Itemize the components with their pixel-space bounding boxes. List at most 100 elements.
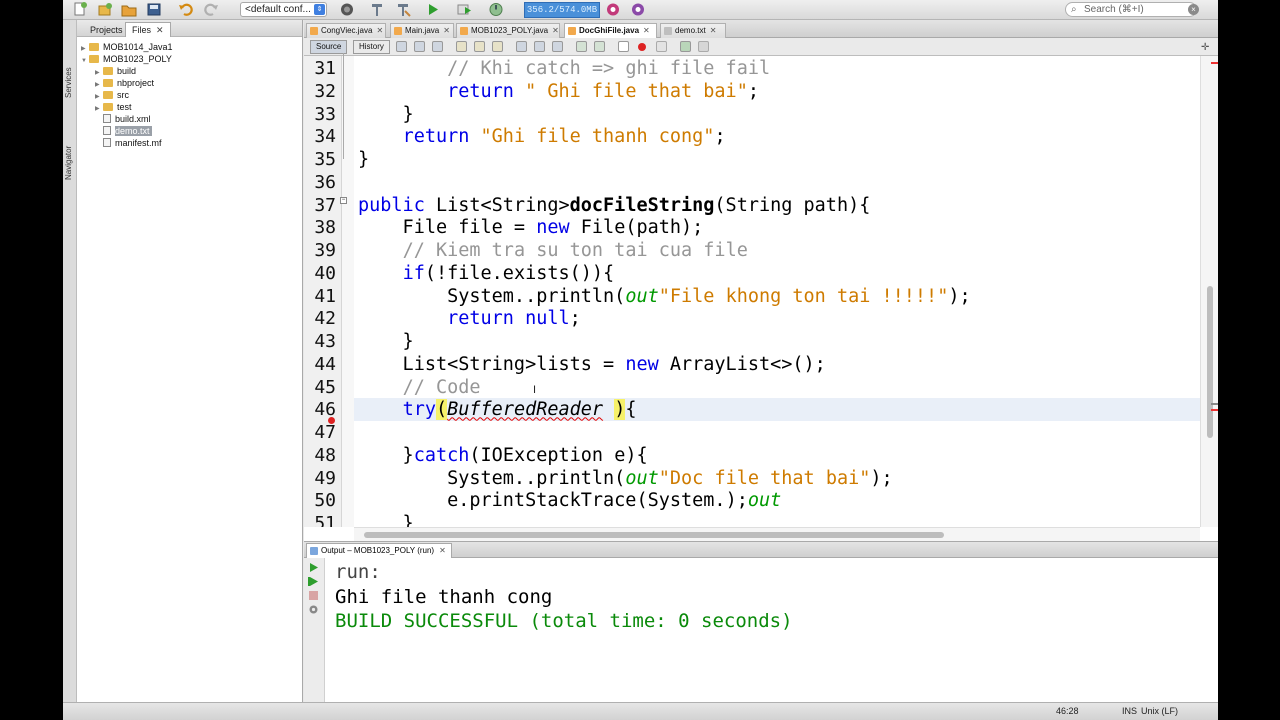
start-macro-icon[interactable] bbox=[618, 41, 629, 52]
tab-mob1023-poly[interactable]: MOB1023_POLY.java ✕ bbox=[456, 23, 560, 38]
undo-icon[interactable] bbox=[178, 2, 194, 17]
shift-right-icon[interactable] bbox=[594, 41, 605, 52]
last-edit-icon[interactable] bbox=[396, 41, 407, 52]
tab-files[interactable]: Files ✕ bbox=[125, 22, 171, 37]
code-line[interactable]: System..println(out"File khong ton tai !… bbox=[354, 285, 1200, 308]
close-icon[interactable]: ✕ bbox=[710, 26, 717, 35]
tab-projects[interactable]: Projects bbox=[83, 22, 130, 37]
tree-item[interactable]: ▶ test bbox=[95, 101, 132, 113]
output-console[interactable]: run: Ghi file thanh cong BUILD SUCCESSFUL … bbox=[335, 558, 1215, 698]
tree-item[interactable]: manifest.mf bbox=[103, 137, 162, 149]
tab-demo-txt[interactable]: demo.txt ✕ bbox=[660, 23, 726, 38]
rerun-icon[interactable] bbox=[308, 560, 319, 572]
save-all-icon[interactable] bbox=[146, 2, 162, 17]
profiler-icon[interactable] bbox=[630, 2, 646, 17]
expand-icon[interactable]: ▶ bbox=[95, 103, 103, 115]
profile-icon[interactable] bbox=[488, 2, 504, 17]
memory-indicator[interactable]: 356.2/574.0MB bbox=[524, 2, 600, 18]
code-line-current[interactable]: try(BufferedReader ){ bbox=[354, 398, 1200, 422]
code-line[interactable]: return " Ghi file that bai"; bbox=[354, 80, 1200, 103]
error-stripe[interactable] bbox=[1211, 409, 1218, 411]
find-previous-icon[interactable] bbox=[456, 41, 467, 52]
code-line[interactable]: System..println(out"Doc file that bai"); bbox=[354, 467, 1200, 490]
tree-item[interactable]: ▼ MOB1023_POLY bbox=[81, 53, 172, 65]
new-file-icon[interactable] bbox=[72, 2, 88, 17]
code-line[interactable]: e.printStackTrace(System.);out bbox=[354, 489, 1200, 512]
back-icon[interactable] bbox=[414, 41, 425, 52]
target-icon[interactable] bbox=[339, 2, 355, 17]
code-line[interactable]: // Code bbox=[354, 376, 1200, 399]
close-icon[interactable]: ✕ bbox=[443, 26, 450, 35]
source-button[interactable]: Source bbox=[310, 40, 348, 54]
horizontal-scrollbar[interactable] bbox=[354, 527, 1200, 541]
code-line[interactable]: } bbox=[354, 148, 1200, 171]
configuration-select[interactable]: <default conf... ⇕ bbox=[240, 2, 327, 17]
next-bookmark-icon[interactable] bbox=[534, 41, 545, 52]
close-icon[interactable]: ✕ bbox=[376, 26, 383, 35]
history-button[interactable]: History bbox=[353, 40, 390, 54]
code-line[interactable]: List<String>lists = new ArrayList<>(); bbox=[354, 353, 1200, 376]
code-line[interactable]: } bbox=[354, 512, 1200, 527]
code-line[interactable]: return "Ghi file thanh cong"; bbox=[354, 125, 1200, 148]
toggle-highlight-icon[interactable] bbox=[492, 41, 503, 52]
split-window-icon[interactable]: ✛ bbox=[1201, 43, 1210, 53]
stop-macro-icon[interactable] bbox=[656, 41, 667, 52]
code-line[interactable]: // Khi catch => ghi file fail bbox=[354, 57, 1200, 80]
debug-icon[interactable] bbox=[456, 2, 472, 17]
close-icon[interactable]: ✕ bbox=[552, 26, 559, 35]
code-line[interactable]: return null; bbox=[354, 307, 1200, 330]
clean-build-icon[interactable] bbox=[395, 2, 411, 17]
tree-item[interactable]: ▶ MOB1014_Java1 bbox=[81, 41, 173, 53]
tab-output[interactable]: Output – MOB1023_POLY (run) ✕ bbox=[306, 543, 452, 558]
code-line[interactable]: File file = new File(path); bbox=[354, 216, 1200, 239]
stop-icon[interactable] bbox=[308, 588, 319, 600]
gc-icon[interactable] bbox=[605, 2, 621, 17]
tab-main[interactable]: Main.java ✕ bbox=[390, 23, 454, 38]
code-line[interactable]: if(!file.exists()){ bbox=[354, 262, 1200, 285]
tree-item[interactable]: ▶ src bbox=[95, 89, 129, 101]
build-icon[interactable] bbox=[369, 2, 385, 17]
code-line[interactable]: } bbox=[354, 330, 1200, 353]
tab-congviec[interactable]: CongViec.java ✕ bbox=[306, 23, 386, 38]
tree-item[interactable]: ▶ build bbox=[95, 65, 136, 77]
shift-left-icon[interactable] bbox=[576, 41, 587, 52]
new-project-icon[interactable] bbox=[97, 2, 113, 17]
tree-item[interactable]: ▶ nbproject bbox=[95, 77, 154, 89]
tree-item-selected[interactable]: demo.txt bbox=[103, 125, 152, 137]
scroll-thumb[interactable] bbox=[364, 532, 944, 538]
find-next-icon[interactable] bbox=[474, 41, 485, 52]
code-line[interactable]: public List<String>docFileString(String … bbox=[354, 194, 1200, 217]
code-line[interactable]: // Kiem tra su ton tai cua file bbox=[354, 239, 1200, 262]
error-marker-icon[interactable] bbox=[328, 417, 335, 424]
scroll-thumb[interactable] bbox=[1207, 286, 1213, 438]
forward-icon[interactable] bbox=[432, 41, 443, 52]
rerun-different-icon[interactable] bbox=[308, 574, 319, 586]
collapse-icon[interactable]: ▼ bbox=[81, 55, 89, 67]
code-line[interactable] bbox=[354, 171, 1200, 194]
close-icon[interactable]: ✕ bbox=[643, 26, 650, 35]
clear-search-icon[interactable]: × bbox=[1188, 4, 1199, 15]
code-line[interactable]: } bbox=[354, 103, 1200, 126]
run-icon[interactable] bbox=[425, 2, 441, 17]
redo-icon[interactable] bbox=[203, 2, 219, 17]
record-macro-icon[interactable] bbox=[638, 43, 646, 51]
previous-bookmark-icon[interactable] bbox=[516, 41, 527, 52]
fold-toggle-icon[interactable]: − bbox=[340, 197, 347, 204]
vertical-scrollbar[interactable] bbox=[1200, 56, 1218, 527]
close-icon[interactable]: ✕ bbox=[439, 546, 446, 555]
tree-item[interactable]: build.xml bbox=[103, 113, 151, 125]
settings-icon[interactable] bbox=[308, 602, 319, 614]
code-line[interactable] bbox=[354, 421, 1200, 444]
open-project-icon[interactable] bbox=[121, 2, 137, 17]
comment-icon[interactable] bbox=[680, 41, 691, 52]
services-tab[interactable]: Services bbox=[64, 44, 76, 98]
tab-docghifile[interactable]: DocGhiFile.java ✕ bbox=[564, 23, 657, 38]
uncomment-icon[interactable] bbox=[698, 41, 709, 52]
close-icon[interactable]: ✕ bbox=[156, 25, 164, 35]
toggle-bookmark-icon[interactable] bbox=[552, 41, 563, 52]
error-stripe[interactable] bbox=[1211, 62, 1218, 64]
code-editor[interactable]: // Khi catch => ghi file fail return " G… bbox=[354, 56, 1200, 527]
navigator-tab[interactable]: Navigator bbox=[64, 128, 76, 180]
code-line[interactable]: }catch(IOException e){ bbox=[354, 444, 1200, 467]
search-input[interactable]: ⌕ Search (⌘+I) × bbox=[1065, 2, 1199, 17]
